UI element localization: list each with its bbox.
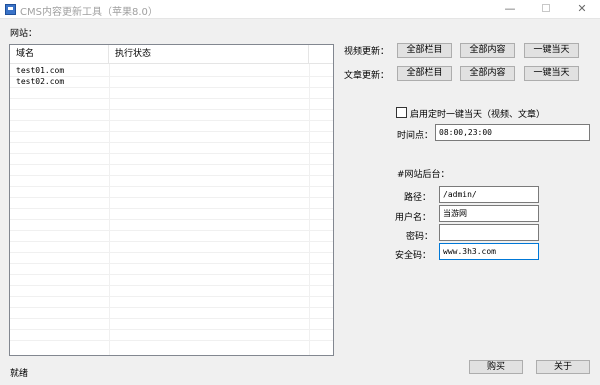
time-input[interactable]: 08:00,23:00 — [435, 124, 590, 141]
close-button[interactable]: ✕ — [564, 0, 600, 19]
minimize-button[interactable]: — — [492, 0, 528, 19]
title-bar: CMS内容更新工具（苹果8.0） — ✕ — [0, 0, 600, 19]
grid-line — [10, 296, 333, 297]
grid-line — [10, 318, 333, 319]
grid-line — [309, 64, 310, 355]
grid-line — [10, 87, 333, 88]
grid-line — [10, 164, 333, 165]
path-input[interactable]: /admin/ — [439, 186, 539, 203]
grid-line — [10, 307, 333, 308]
grid-line — [10, 175, 333, 176]
grid-line — [10, 120, 333, 121]
video-all-columns-button[interactable]: 全部栏目 — [397, 43, 452, 58]
password-input[interactable] — [439, 224, 539, 241]
schedule-checkbox-label[interactable]: 启用定时一键当天（视频、文章） — [410, 107, 545, 120]
site-table[interactable]: 域名 执行状态 test01.com test02.com — [9, 44, 334, 356]
grid-line — [109, 64, 110, 355]
username-label: 用户名： — [395, 213, 432, 223]
grid-line — [10, 197, 333, 198]
site-list-label: 网站： — [10, 29, 38, 39]
grid-line — [10, 241, 333, 242]
security-code-input[interactable]: www.3h3.com — [439, 243, 539, 260]
password-label: 密码： — [406, 232, 434, 242]
app-icon — [5, 4, 16, 15]
grid-line — [10, 142, 333, 143]
video-update-label: 视频更新： — [344, 47, 390, 57]
article-update-label: 文章更新： — [344, 71, 390, 81]
path-label: 路径： — [404, 193, 432, 203]
table-header: 域名 执行状态 — [10, 45, 333, 64]
username-input[interactable]: 当游网 — [439, 205, 539, 222]
table-row-domain[interactable]: test01.com — [16, 66, 64, 75]
video-today-button[interactable]: 一键当天 — [524, 43, 579, 58]
grid-line — [10, 274, 333, 275]
grid-line — [10, 219, 333, 220]
schedule-checkbox[interactable] — [396, 107, 407, 118]
video-all-content-button[interactable]: 全部内容 — [460, 43, 515, 58]
grid-line — [10, 208, 333, 209]
article-today-button[interactable]: 一键当天 — [524, 66, 579, 81]
grid-line — [10, 329, 333, 330]
grid-line — [10, 285, 333, 286]
grid-line — [10, 98, 333, 99]
status-text: 就绪 — [10, 369, 29, 379]
grid-line — [10, 109, 333, 110]
table-row-domain[interactable]: test02.com — [16, 77, 64, 86]
grid-line — [10, 230, 333, 231]
maximize-button[interactable] — [528, 0, 564, 19]
security-code-label: 安全码： — [395, 251, 432, 261]
backend-heading: #网站后台： — [397, 170, 450, 180]
buy-button[interactable]: 购买 — [469, 360, 523, 374]
grid-line — [10, 340, 333, 341]
about-button[interactable]: 关于 — [536, 360, 590, 374]
column-header-domain[interactable]: 域名 — [10, 45, 109, 63]
grid-line — [10, 263, 333, 264]
maximize-icon — [542, 4, 550, 12]
grid-line — [10, 153, 333, 154]
article-all-columns-button[interactable]: 全部栏目 — [397, 66, 452, 81]
grid-line — [10, 186, 333, 187]
grid-line — [10, 131, 333, 132]
column-header-status[interactable]: 执行状态 — [109, 45, 309, 63]
grid-line — [10, 252, 333, 253]
time-label: 时间点： — [397, 131, 434, 141]
article-all-content-button[interactable]: 全部内容 — [460, 66, 515, 81]
window-title: CMS内容更新工具（苹果8.0） — [20, 7, 158, 18]
